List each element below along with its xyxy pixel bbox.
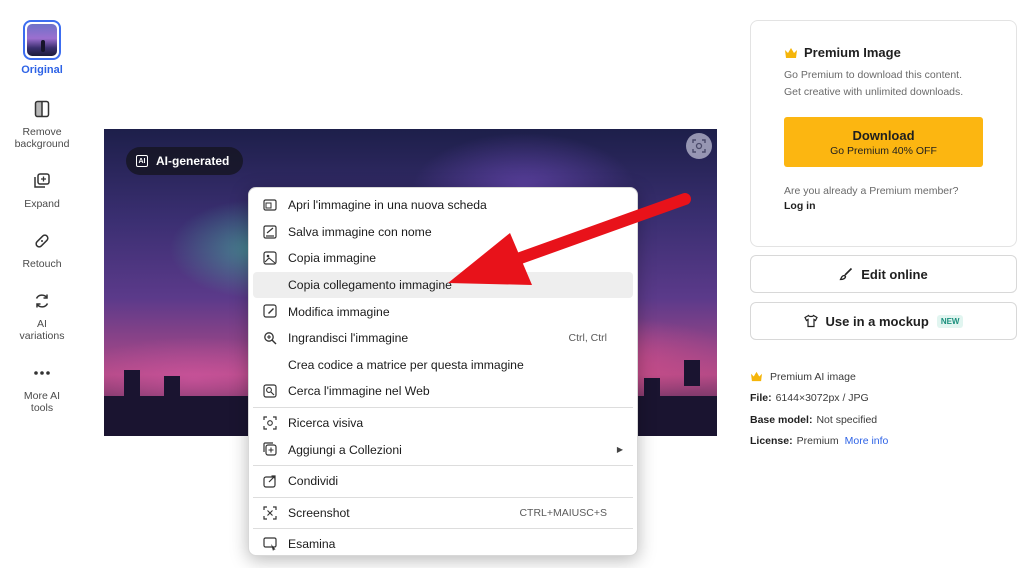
page: Original Remove background Expand Retouc… [0, 0, 1024, 568]
tool-more-ai[interactable]: More AI tools [0, 362, 84, 414]
menu-item-zoom-image[interactable]: Ingrandisci l'immagine Ctrl, Ctrl [253, 325, 633, 352]
download-button[interactable]: Download Go Premium 40% OFF [784, 117, 983, 167]
inspect-icon [263, 537, 277, 552]
license-value: Premium [796, 435, 839, 448]
screenshot-icon [263, 505, 277, 520]
menu-item-label: Salva immagine con nome [288, 224, 432, 239]
menu-item-label: Copia collegamento immagine [288, 278, 452, 293]
tool-expand[interactable]: Expand [0, 170, 84, 210]
red-arrow-annotation [448, 193, 691, 285]
menu-separator [253, 464, 633, 466]
menu-item-shortcut: Ctrl, Ctrl [568, 332, 608, 345]
menu-item-search-web[interactable]: Cerca l'immagine nel Web [253, 378, 633, 405]
tool-remove-background[interactable]: Remove background [0, 98, 84, 150]
model-value: Not specified [816, 413, 878, 426]
license-label: License: [750, 435, 793, 448]
premium-title: Premium Image [784, 45, 1016, 60]
tool-expand-label: Expand [24, 198, 60, 210]
model-label: Base model: [750, 413, 813, 426]
menu-item-inspect[interactable]: Esamina [253, 531, 633, 558]
menu-item-label: Copia immagine [288, 251, 377, 266]
member-question: Are you already a Premium member? [784, 185, 959, 197]
menu-item-label: Aggiungi a Collezioni [288, 442, 402, 457]
menu-item-share[interactable]: Condividi [253, 468, 633, 495]
ai-generated-badge: AI AI-generated [126, 147, 244, 175]
menu-item-add-collections[interactable]: Aggiungi a Collezioni ▶ [253, 436, 633, 463]
original-thumbnail[interactable] [23, 20, 61, 60]
use-mockup-label: Use in a mockup [825, 313, 929, 329]
download-label: Download [852, 127, 915, 143]
refresh-icon [31, 290, 53, 312]
edit-online-label: Edit online [861, 266, 928, 282]
menu-item-shortcut: CTRL+MAIUSC+S [519, 506, 607, 519]
ai-icon: AI [136, 155, 148, 167]
expand-icon [31, 170, 53, 192]
bandage-icon [31, 230, 53, 252]
file-row: File: 6144×3072px / JPG [750, 388, 888, 410]
share-icon [263, 475, 276, 488]
crown-icon [751, 372, 762, 382]
download-sublabel: Go Premium 40% OFF [830, 144, 937, 157]
menu-item-label: Crea codice a matrice per questa immagin… [288, 357, 524, 372]
premium-card: Premium Image Go Premium to download thi… [750, 20, 1017, 247]
file-label: File: [750, 392, 772, 405]
tool-original[interactable]: Original [0, 14, 84, 76]
premium-ai-label: Premium AI image [770, 370, 856, 383]
scan-icon [692, 139, 706, 153]
menu-item-label: Ingrandisci l'immagine [288, 331, 409, 346]
crown-icon [785, 47, 797, 58]
menu-item-visual-search[interactable]: Ricerca visiva [253, 410, 633, 437]
file-value: 6144×3072px / JPG [775, 392, 869, 405]
submenu-arrow-icon: ▶ [616, 445, 623, 455]
menu-separator [253, 528, 633, 530]
tshirt-icon [803, 314, 818, 328]
menu-separator [253, 406, 633, 408]
premium-title-text: Premium Image [804, 45, 901, 60]
use-mockup-button[interactable]: Use in a mockup NEW [750, 302, 1017, 340]
menu-item-label: Ricerca visiva [288, 416, 364, 431]
tool-retouch-label: Retouch [22, 258, 62, 270]
brush-icon [839, 267, 853, 281]
collections-icon [263, 442, 277, 456]
menu-separator [253, 496, 633, 498]
premium-line-2: Get creative with unlimited downloads. [784, 86, 964, 98]
menu-item-label: Cerca l'immagine nel Web [288, 384, 430, 399]
visual-search-icon [263, 416, 277, 430]
tool-more-ai-label: More AI tools [23, 390, 61, 414]
menu-item-edit-image[interactable]: Modifica immagine [253, 298, 633, 325]
premium-ai-row: Premium AI image [750, 366, 888, 388]
menu-item-label: Screenshot [288, 505, 350, 520]
menu-item-label: Condividi [288, 474, 339, 489]
model-row: Base model: Not specified [750, 409, 888, 431]
new-tab-icon [263, 199, 277, 211]
search-image-icon [263, 384, 277, 398]
login-link[interactable]: Log in [784, 200, 1016, 212]
remove-background-icon [31, 98, 53, 120]
tools-sidebar: Original Remove background Expand Retouc… [0, 14, 84, 414]
edit-online-button[interactable]: Edit online [750, 255, 1017, 293]
premium-line-1: Go Premium to download this content. [784, 69, 963, 81]
tool-ai-variations[interactable]: AI variations [0, 290, 84, 342]
save-icon [263, 224, 277, 239]
more-dots-icon [31, 362, 53, 384]
new-badge: NEW [936, 314, 964, 328]
ai-generated-label: AI-generated [156, 154, 230, 168]
copy-image-icon [263, 251, 277, 265]
tool-ai-variations-label: AI variations [19, 318, 65, 342]
more-info-link[interactable]: More info [845, 435, 889, 447]
license-row: License: Premium More info [750, 431, 888, 453]
menu-item-label: Esamina [288, 537, 336, 552]
image-metadata: Premium AI image File: 6144×3072px / JPG… [750, 366, 888, 452]
menu-item-screenshot[interactable]: Screenshot CTRL+MAIUSC+S [253, 500, 633, 527]
menu-item-qr-code[interactable]: Crea codice a matrice per questa immagin… [253, 352, 633, 379]
visual-search-button[interactable] [686, 133, 712, 159]
tool-retouch[interactable]: Retouch [0, 230, 84, 270]
zoom-icon [264, 332, 277, 345]
tool-original-label: Original [21, 64, 63, 76]
tool-remove-background-label: Remove background [14, 126, 70, 150]
menu-item-label: Modifica immagine [288, 304, 390, 319]
edit-image-icon [263, 304, 277, 318]
